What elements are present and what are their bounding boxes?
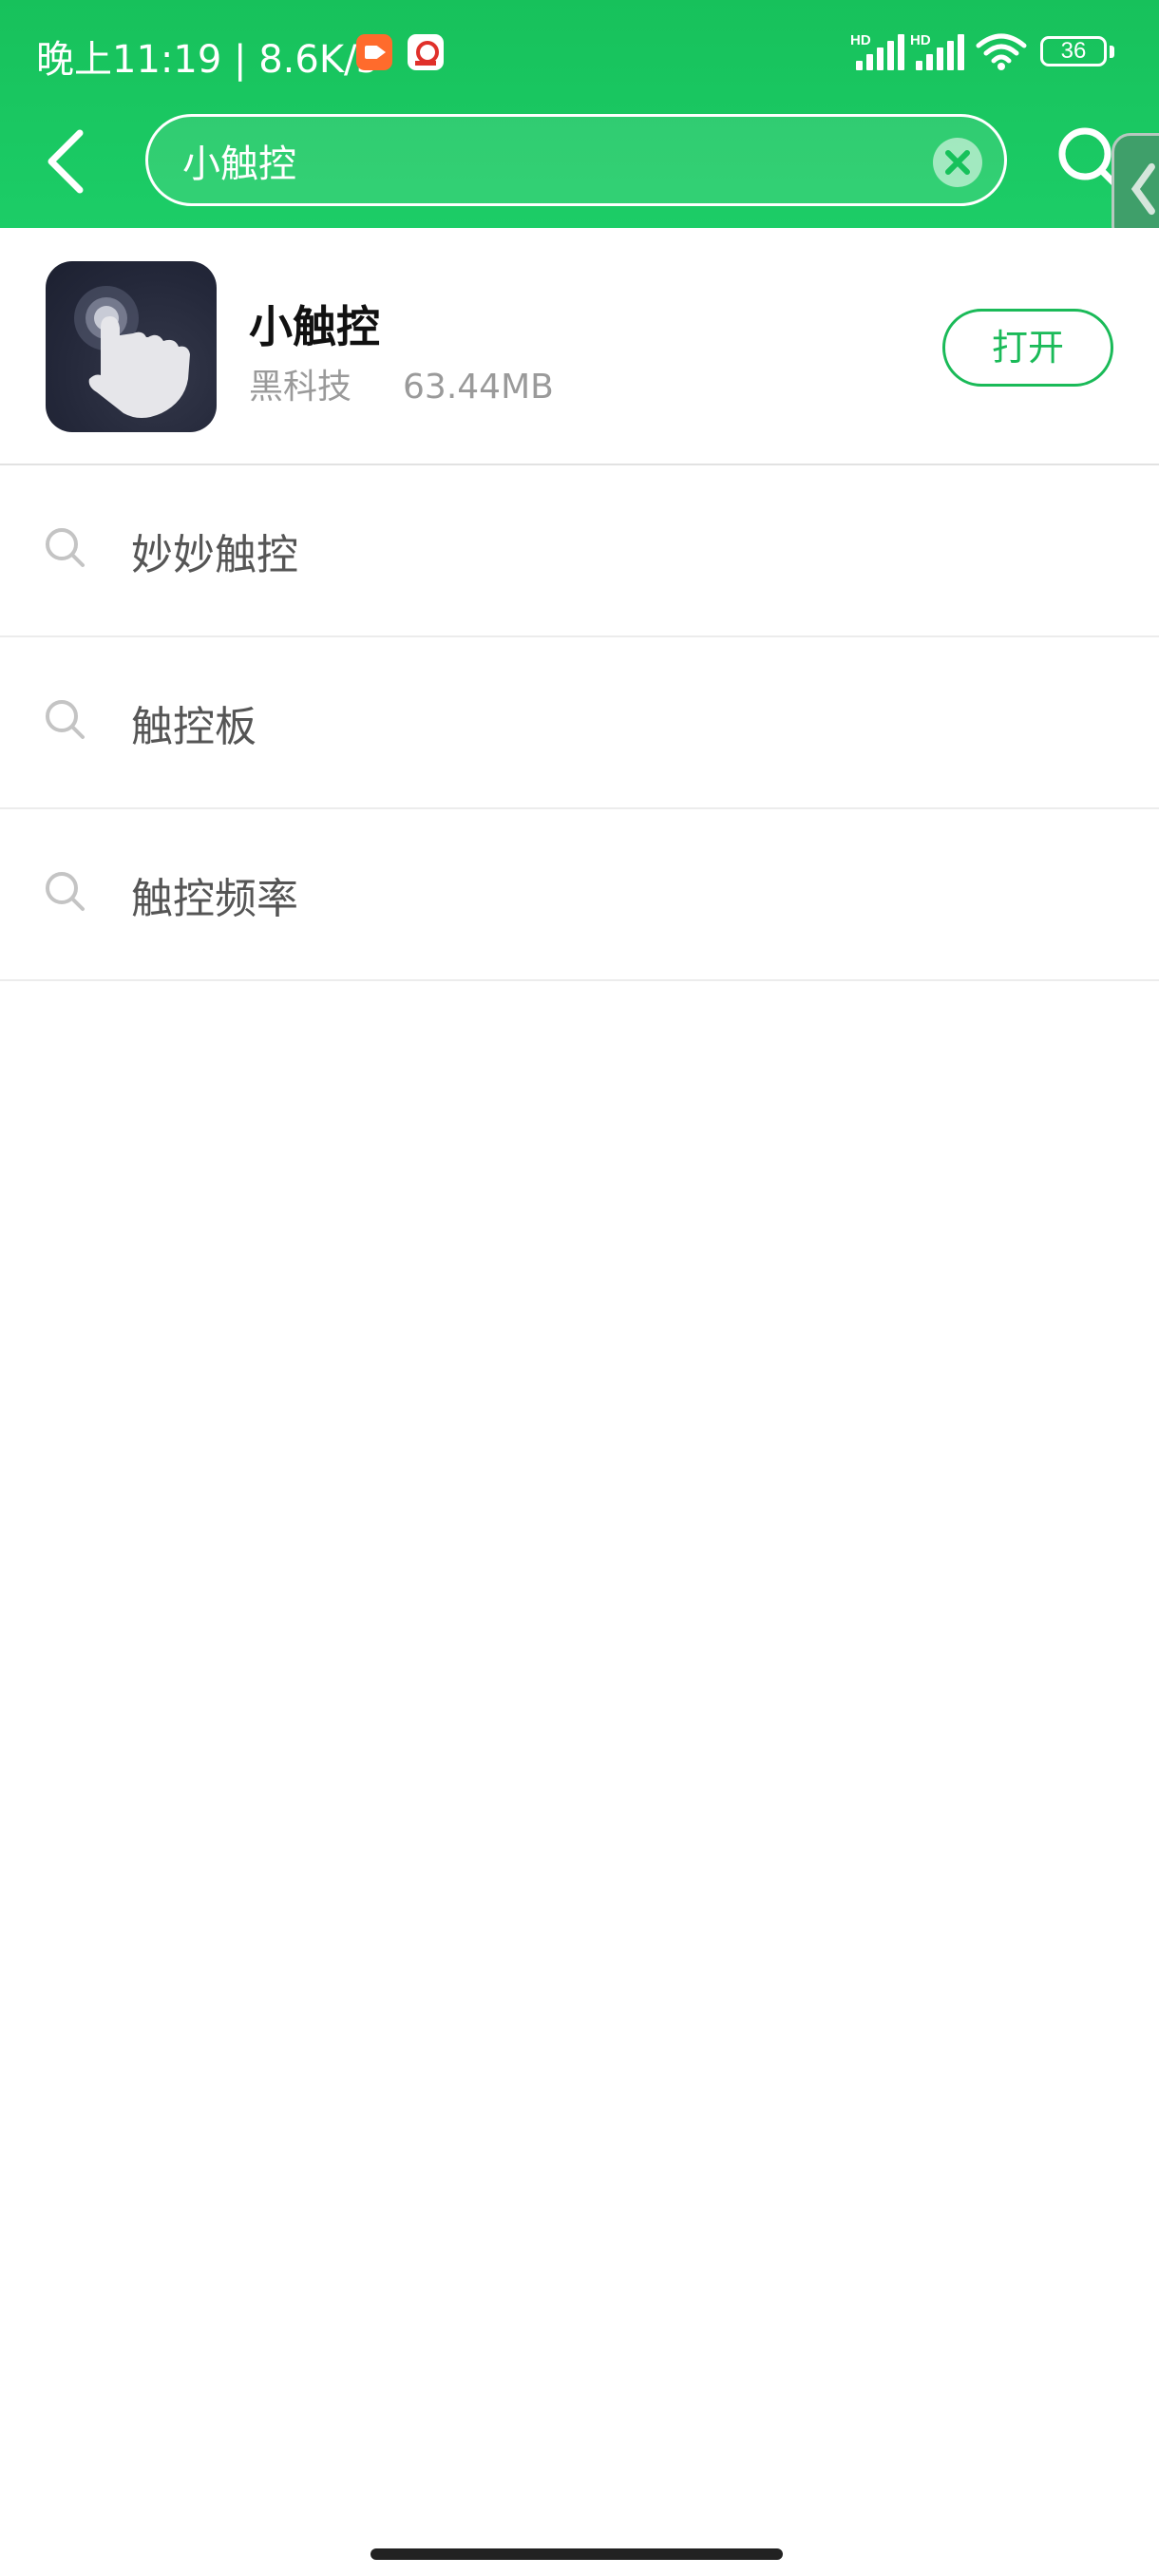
home-indicator[interactable] xyxy=(370,2548,783,2560)
suggestion-item[interactable]: 妙妙触控 xyxy=(0,465,1159,637)
status-bar: 晚上11:19 | 8.6K/s HD HD 36 xyxy=(0,0,1159,104)
search-input[interactable] xyxy=(182,132,942,189)
suggestion-text: 触控板 xyxy=(131,703,256,751)
app-meta: 黑科技 63.44MB xyxy=(249,359,554,408)
app-result-row[interactable]: 小触控 黑科技 63.44MB 打开 xyxy=(0,228,1159,465)
suggestion-item[interactable]: 触控频率 xyxy=(0,809,1159,981)
search-icon xyxy=(46,528,85,567)
app-size: 63.44MB xyxy=(403,368,554,407)
battery-tip xyxy=(1110,46,1114,58)
open-button[interactable]: 打开 xyxy=(942,309,1113,387)
clear-icon[interactable] xyxy=(933,138,982,187)
suggestion-text: 妙妙触控 xyxy=(131,531,298,579)
header: 晚上11:19 | 8.6K/s HD HD 36 小触控 xyxy=(0,0,1159,245)
touch-hand-icon xyxy=(46,261,217,432)
app-category: 黑科技 xyxy=(249,368,352,407)
cellular-signal-icon: HD xyxy=(850,32,907,70)
status-separator: | xyxy=(234,38,247,82)
app-name: 小触控 xyxy=(249,301,380,352)
signal-hd-label-2: HD xyxy=(910,32,931,48)
suggestion-item[interactable]: 触控板 xyxy=(0,637,1159,809)
status-time: 晚上11:19 xyxy=(36,38,222,82)
battery-level: 36 xyxy=(1060,38,1087,64)
battery-icon: 36 xyxy=(1040,36,1107,66)
wifi-icon xyxy=(976,33,1027,70)
notification-app-icon xyxy=(408,34,444,70)
status-time-speed: 晚上11:19 | 8.6K/s xyxy=(36,28,376,84)
search-icon xyxy=(46,872,85,911)
signal-hd-label: HD xyxy=(850,32,871,48)
back-button[interactable] xyxy=(38,123,95,199)
suggestion-text: 触控频率 xyxy=(131,875,298,923)
cellular-signal-icon-2: HD xyxy=(910,32,967,70)
screen-recorder-icon xyxy=(356,34,392,70)
search-box[interactable] xyxy=(145,114,1007,206)
search-icon xyxy=(46,700,85,739)
